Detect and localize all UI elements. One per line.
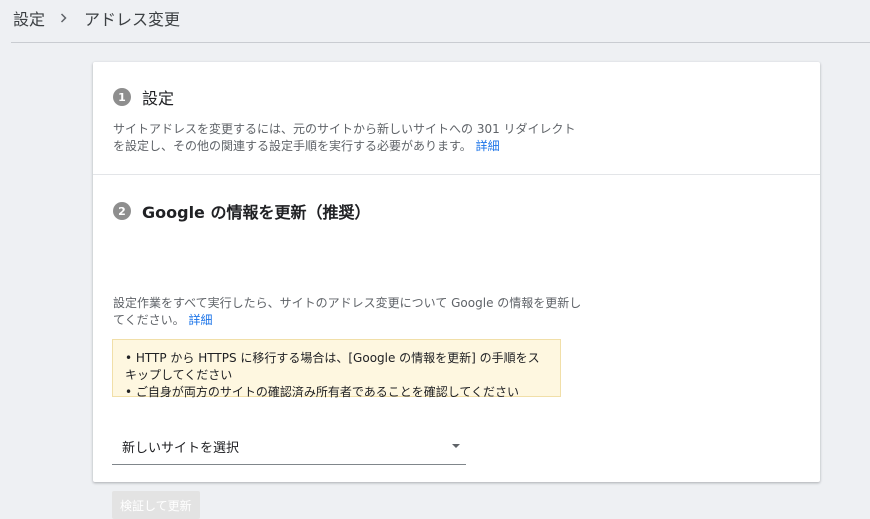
step-header: 1 設定 [113,85,174,109]
step-description-text: 設定作業をすべて実行したら、サイトのアドレス変更について Google の情報を… [113,296,582,327]
header-divider [11,42,870,43]
notice-box: • HTTP から HTTPS に移行する場合は、[Google の情報を更新]… [112,339,561,399]
step-number-badge: 1 [113,88,131,106]
learn-more-link[interactable]: 詳細 [476,139,500,153]
chevron-right-icon [59,11,69,25]
select-value: 新しいサイトを選択 [122,441,240,456]
breadcrumb: 設定 アドレス変更 [13,7,180,29]
step-title: 設定 [142,89,175,108]
step-number-badge: 2 [113,202,131,220]
step-description-text: サイトアドレスを変更するには、元のサイトから新しいサイトへの 301 リダイレク… [113,122,576,153]
step-setup: 1 設定 サイトアドレスを変更するには、元のサイトから新しいサイトへの 301 … [93,62,820,174]
notice-item: • ご自身が両方のサイトの確認済み所有者であることを確認してください [125,385,520,399]
breadcrumb-parent[interactable]: 設定 [13,6,45,30]
caret-down-icon [452,444,460,448]
new-site-select[interactable]: 新しいサイトを選択 [112,427,466,465]
step-description: サイトアドレスを変更するには、元のサイトから新しいサイトへの 301 リダイレク… [113,121,583,155]
step-header: 2 Google の情報を更新（推奨） [113,199,370,223]
breadcrumb-current: アドレス変更 [84,10,181,29]
address-change-card: 1 設定 サイトアドレスを変更するには、元のサイトから新しいサイトへの 301 … [93,62,820,519]
step-title: Google の情報を更新（推奨） [142,203,371,222]
step-description: 設定作業をすべて実行したら、サイトのアドレス変更について Google の情報を… [113,295,583,329]
step-update-google: 2 Google の情報を更新（推奨） 設定作業をすべて実行したら、サイトのアド… [93,175,820,519]
verify-and-update-button[interactable]: 検証して更新 [112,491,200,519]
learn-more-link[interactable]: 詳細 [188,313,212,327]
notice-item: • HTTP から HTTPS に移行する場合は、[Google の情報を更新]… [125,351,540,382]
